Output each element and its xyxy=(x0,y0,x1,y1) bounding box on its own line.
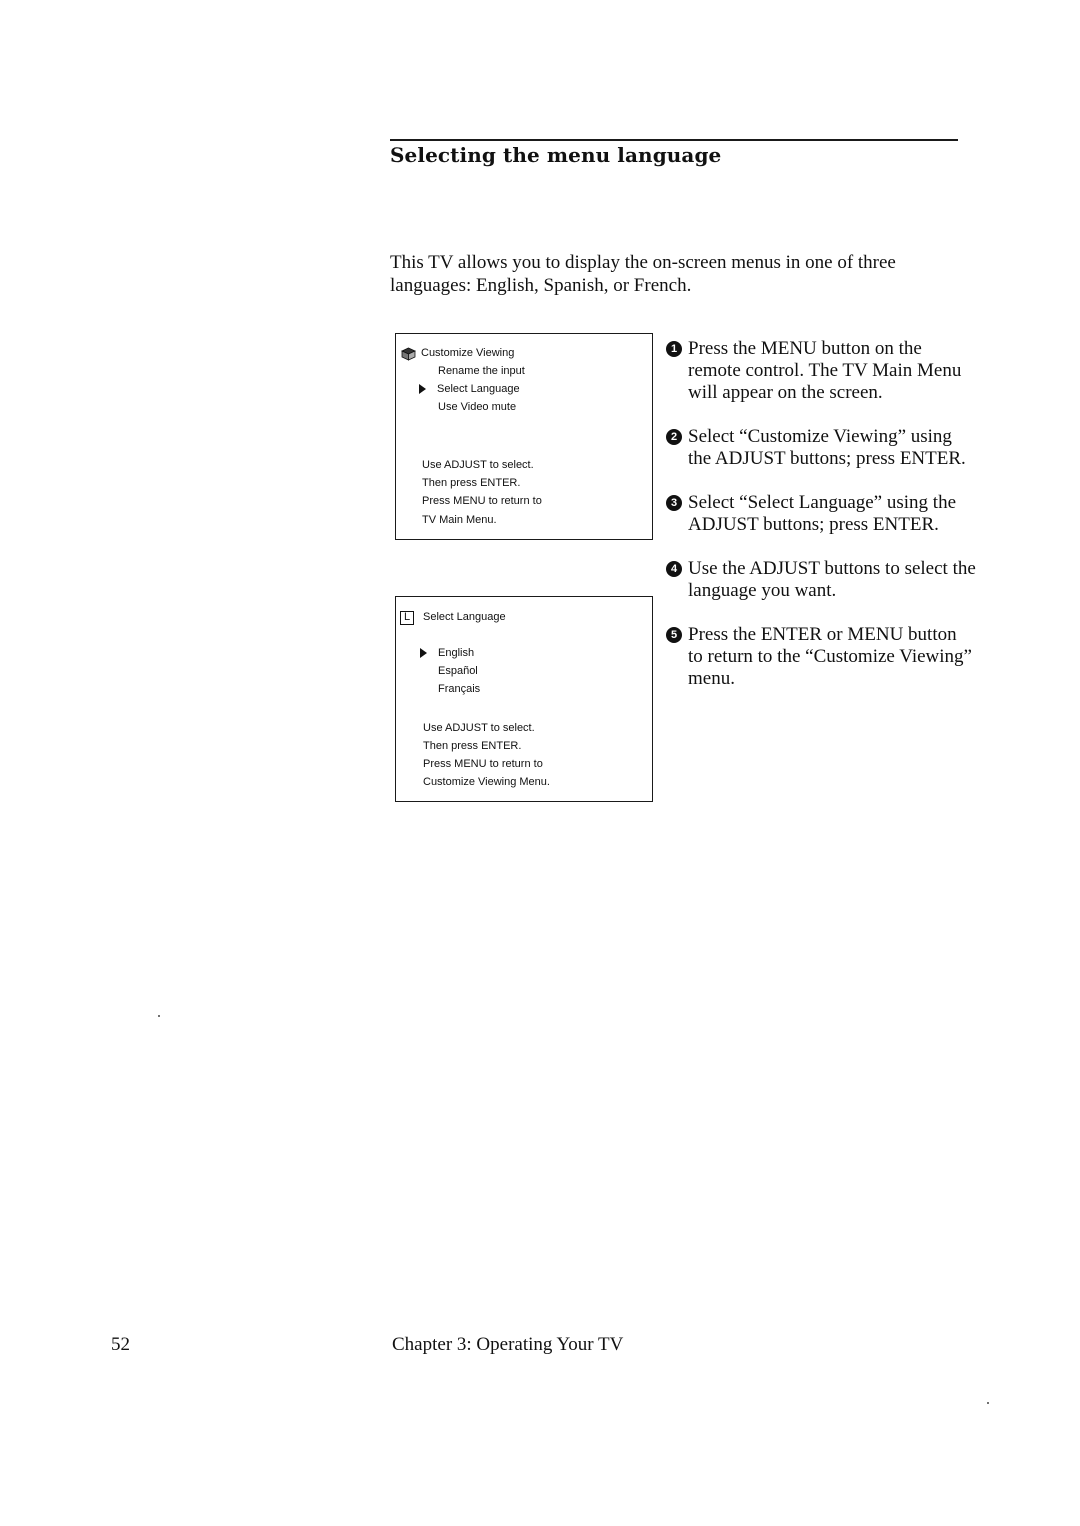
instruction-line: Use ADJUST to select. xyxy=(423,722,535,734)
step-item: 5 Press the ENTER or MENU button to retu… xyxy=(666,624,976,690)
step-number-badge: 4 xyxy=(666,561,682,577)
instruction-line: Use ADJUST to select. xyxy=(422,459,534,471)
step-text: Select “Customize Viewing” using the ADJ… xyxy=(688,426,966,469)
instruction-line: Then press ENTER. xyxy=(423,740,522,752)
step-item: 1 Press the MENU button on the remote co… xyxy=(666,338,976,404)
instruction-line: Press MENU to return to xyxy=(423,758,543,770)
step-item: 3 Select “Select Language” using the ADJ… xyxy=(666,492,976,536)
step-text: Press the MENU button on the remote cont… xyxy=(688,338,962,403)
chapter-footer: Chapter 3: Operating Your TV xyxy=(392,1334,624,1355)
steps-list: 1 Press the MENU button on the remote co… xyxy=(666,338,976,712)
screen2-title: Select Language xyxy=(423,611,506,623)
instruction-line: Then press ENTER. xyxy=(422,477,521,489)
intro-paragraph: This TV allows you to display the on-scr… xyxy=(390,252,896,296)
language-icon: L xyxy=(400,611,414,625)
screen1-title: Customize Viewing xyxy=(421,347,515,359)
section-rule xyxy=(390,139,958,141)
step-item: 2 Select “Customize Viewing” using the A… xyxy=(666,426,976,470)
page-number: 52 xyxy=(111,1334,130,1355)
instruction-line: Customize Viewing Menu. xyxy=(423,776,550,788)
step-text: Use the ADJUST buttons to select the lan… xyxy=(688,558,976,601)
step-number-badge: 1 xyxy=(666,341,682,357)
scan-speck xyxy=(158,1015,160,1017)
scan-speck xyxy=(987,1402,989,1404)
selection-arrow-icon xyxy=(419,384,426,394)
step-number-badge: 5 xyxy=(666,627,682,643)
step-number-badge: 3 xyxy=(666,495,682,511)
customize-viewing-screen: Customize Viewing Rename the input Selec… xyxy=(395,333,653,540)
menu-item-video-mute[interactable]: Use Video mute xyxy=(438,401,516,413)
step-item: 4 Use the ADJUST buttons to select the l… xyxy=(666,558,976,602)
select-language-screen: L Select Language English Español França… xyxy=(395,596,653,802)
selection-arrow-icon xyxy=(420,648,427,658)
step-text: Select “Select Language” using the ADJUS… xyxy=(688,492,957,535)
menu-item-rename-input[interactable]: Rename the input xyxy=(438,365,525,377)
instruction-line: TV Main Menu. xyxy=(422,514,497,526)
section-title: Selecting the menu language xyxy=(390,143,722,167)
language-option-francais[interactable]: Français xyxy=(438,683,480,695)
language-option-english[interactable]: English xyxy=(438,647,474,659)
customize-cube-icon xyxy=(401,347,416,361)
language-option-espanol[interactable]: Español xyxy=(438,665,478,677)
instruction-line: Press MENU to return to xyxy=(422,495,542,507)
step-text: Press the ENTER or MENU button to return… xyxy=(688,624,972,689)
step-number-badge: 2 xyxy=(666,429,682,445)
menu-item-select-language[interactable]: Select Language xyxy=(437,383,520,395)
